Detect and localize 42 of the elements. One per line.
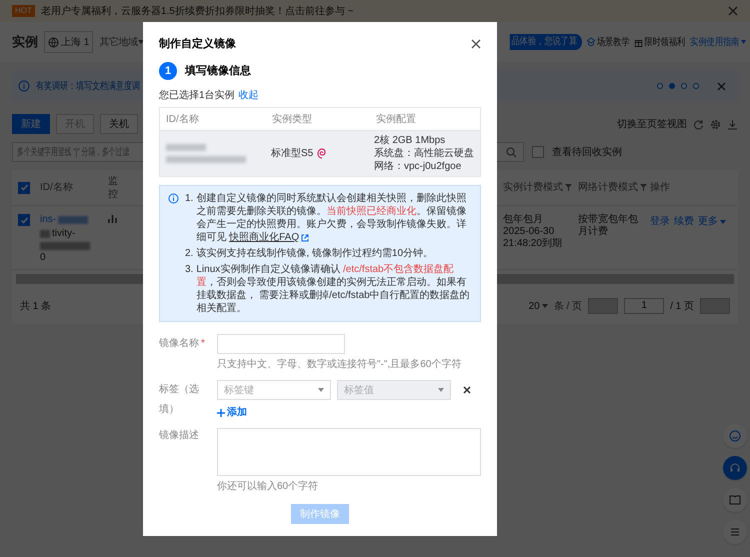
- step-title: 填写镜像信息: [185, 64, 251, 79]
- config-text: 网络：vpc-j0u2fgoe: [374, 160, 462, 173]
- list-number: 1.: [185, 192, 194, 206]
- cell-text: 21:48:20到期: [503, 238, 563, 250]
- page-total: / 1 页: [670, 300, 694, 314]
- config-text: 2核 2GB 1Mbps: [374, 134, 446, 147]
- note-text: 该实例支持在线制作镜像, 镜像制作过程约需10分钟。: [196, 247, 434, 260]
- dialog-title: 制作自定义镜像: [159, 36, 236, 52]
- submit-button: 制作镜像: [291, 504, 349, 524]
- field-label: 镜像名称: [159, 336, 199, 351]
- cell-text: 0: [40, 252, 47, 264]
- checkbox-label: 查看待回收实例: [552, 146, 622, 160]
- field-label: 标签（选填）: [159, 382, 200, 417]
- total-count: 共 1 条: [20, 300, 52, 314]
- page-size-label: 条 / 页: [554, 300, 582, 314]
- column-header: 网络计费模式: [578, 180, 638, 195]
- column-header: ID/名称: [166, 112, 200, 126]
- field-label: 镜像描述: [159, 428, 200, 443]
- column-header: 监控: [108, 174, 119, 200]
- instance-type: 标准型S5: [270, 146, 314, 161]
- column-header: 实例计费模式: [503, 180, 563, 195]
- cell-text: 2025-06-30: [503, 226, 556, 238]
- list-number: 3.: [185, 263, 194, 277]
- column-header: 实例配置: [376, 112, 417, 126]
- field-hint: 只支持中文、字母、数字或连接符号"-",且最多60个字符: [217, 358, 462, 372]
- column-header: ID/名称: [40, 181, 74, 195]
- cell-text: 包年包月: [503, 214, 544, 226]
- hot-badge: HOT: [12, 5, 35, 17]
- note-text: 创建自定义镜像的同时系统默认会创建相关快照，删除此快照之前需要先删除关联的镜像。当前快照已经商业化。保留镜像会产生一定的快照费用。账户欠费，会导致制作镜像失败。详细可见 快照商业化FAQ: [196, 192, 468, 244]
- selection-count: 您已选择1台实例: [159, 88, 235, 103]
- step-number: 1: [159, 62, 177, 80]
- config-text: 系统盘：高性能云硬盘: [374, 147, 474, 160]
- page-title: 实例: [12, 33, 38, 52]
- cell-text: 按带宽包年包月计费: [578, 214, 639, 238]
- column-header: 实例类型: [272, 112, 313, 126]
- note-text: Linux实例制作自定义镜像请确认 /etc/fstab不包含数据盘配置，否则会导致使用该镜像创建的实例无法正常启动。如果有挂载数据盘， 需要注释或删掉/etc/fstab中自行配置的数据盘的相关配置。: [196, 263, 471, 315]
- required-mark: *: [201, 337, 205, 351]
- list-number: 2.: [185, 247, 194, 260]
- character-counter: 你还可以输入60个字符: [217, 480, 320, 494]
- instance-name: tivity-: [52, 228, 76, 240]
- column-header: 操作: [650, 181, 671, 195]
- notice-text: 有奖调研：填写文档满意度调: [36, 80, 140, 94]
